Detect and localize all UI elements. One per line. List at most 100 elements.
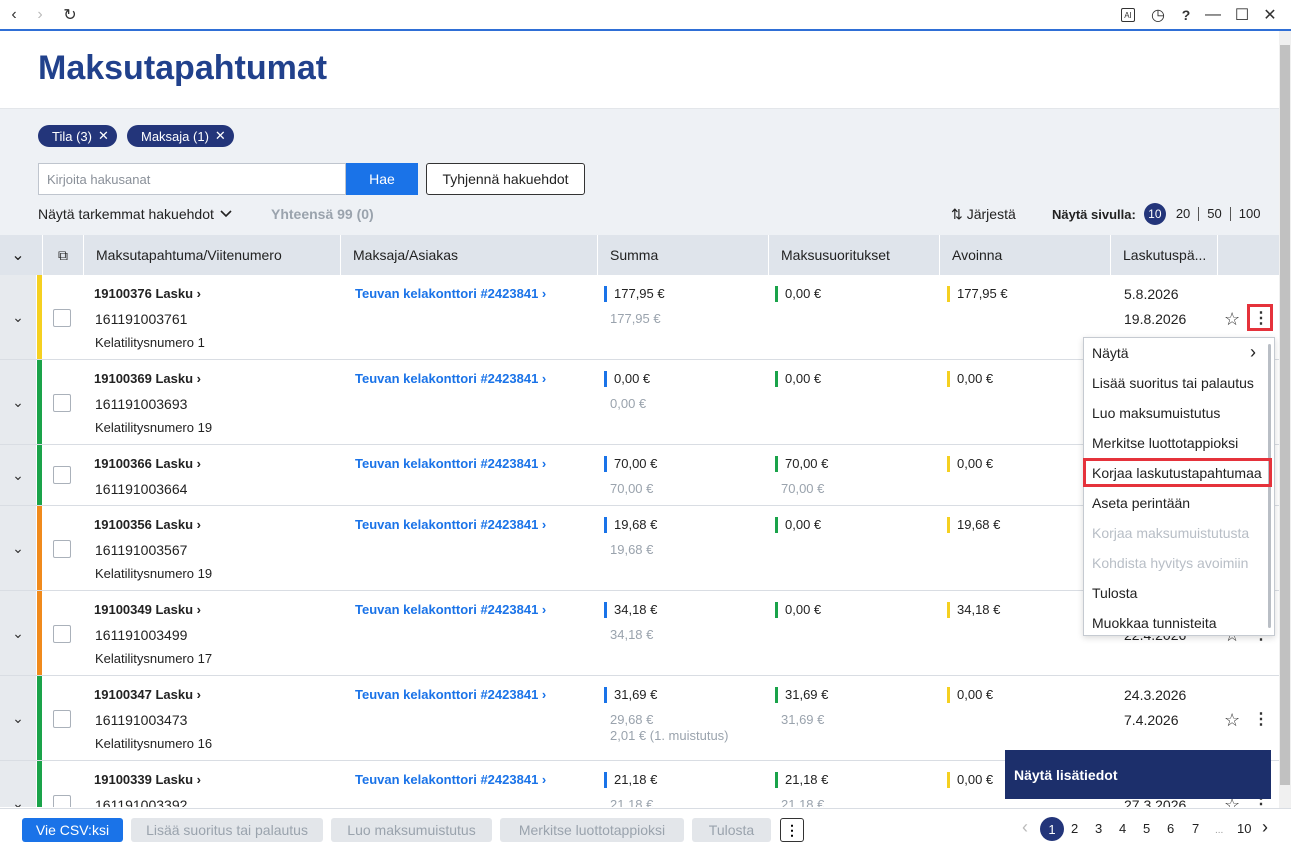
summa-secondary: 29,68 €: [610, 712, 654, 727]
print-button[interactable]: Tulosta: [692, 818, 771, 842]
payer-link[interactable]: Teuvan kelakonttori #2423841 ›: [355, 772, 546, 787]
more-info-button[interactable]: Näytä lisätiedot: [1005, 750, 1271, 799]
payer-link[interactable]: Teuvan kelakonttori #2423841 ›: [355, 456, 546, 471]
transaction-link[interactable]: 19100349 Lasku ›: [94, 602, 201, 617]
expand-row-icon[interactable]: ⌄: [0, 445, 36, 505]
expand-row-icon[interactable]: ⌄: [0, 761, 36, 807]
column-header-suoritukset[interactable]: Maksusuoritukset: [768, 235, 939, 275]
mark-credit-loss-button[interactable]: Merkitse luottotappioksi: [500, 818, 684, 842]
page-6[interactable]: 6: [1167, 821, 1174, 836]
payer-link[interactable]: Teuvan kelakonttori #2423841 ›: [355, 687, 546, 702]
column-header-avoinna[interactable]: Avoinna: [939, 235, 1110, 275]
column-header-transaction[interactable]: Maksutapahtuma/Viitenumero: [83, 235, 340, 275]
select-all-icon[interactable]: ⧉: [42, 235, 83, 275]
more-filters-toggle[interactable]: Näytä tarkemmat hakuehdot: [38, 206, 232, 222]
transaction-link[interactable]: 19100369 Lasku ›: [94, 371, 201, 386]
per-page-100[interactable]: 100: [1229, 207, 1260, 221]
page-2[interactable]: 2: [1071, 821, 1078, 836]
page-3[interactable]: 3: [1095, 821, 1102, 836]
close-icon[interactable]: ✕: [98, 128, 109, 144]
per-page-50[interactable]: 50: [1198, 207, 1229, 221]
transaction-link[interactable]: 19100347 Lasku ›: [94, 687, 201, 702]
payer-link[interactable]: Teuvan kelakonttori #2423841 ›: [355, 602, 546, 617]
per-page-20[interactable]: 20: [1168, 207, 1198, 221]
table-row[interactable]: ⌄ 19100347 Lasku › 161191003473 Kelatilitys…: [0, 676, 1279, 761]
kela-number: Kelatilitysnumero 1: [95, 335, 205, 350]
status-indicator: [37, 445, 42, 505]
menu-item-9[interactable]: Muokkaa tunnisteita: [1092, 615, 1217, 631]
maximize-icon[interactable]: ☐: [1232, 5, 1252, 25]
forward-icon[interactable]: ›: [30, 5, 50, 25]
page-scrollbar[interactable]: [1279, 31, 1291, 808]
payer-link[interactable]: Teuvan kelakonttori #2423841 ›: [355, 371, 546, 386]
sort-button[interactable]: ⇅ Järjestä: [951, 206, 1016, 223]
minimize-icon[interactable]: —: [1203, 5, 1223, 25]
payer-link[interactable]: Teuvan kelakonttori #2423841 ›: [355, 286, 546, 301]
prev-page-icon[interactable]: ‹: [1022, 817, 1028, 838]
more-actions-button[interactable]: ⋮: [780, 818, 804, 842]
star-icon[interactable]: ☆: [1224, 710, 1240, 731]
help-icon[interactable]: ?: [1176, 5, 1196, 25]
row-checkbox[interactable]: [53, 466, 71, 484]
menu-item-label: Lisää suoritus tai palautus: [1092, 375, 1254, 391]
close-icon[interactable]: ✕: [1260, 5, 1280, 25]
column-header-summa[interactable]: Summa: [597, 235, 768, 275]
summa-value: 21,18 €: [604, 772, 657, 788]
row-checkbox[interactable]: [53, 309, 71, 327]
page-10[interactable]: 10: [1237, 821, 1251, 836]
page-7[interactable]: 7: [1192, 821, 1199, 836]
close-icon[interactable]: ✕: [215, 128, 226, 144]
transaction-id: 19100369 Lasku: [94, 371, 194, 386]
menu-item-1[interactable]: Lisää suoritus tai palautus: [1092, 375, 1254, 391]
transaction-link[interactable]: 19100356 Lasku ›: [94, 517, 201, 532]
expand-row-icon[interactable]: ⌄: [0, 506, 36, 590]
menu-item-8[interactable]: Tulosta: [1092, 585, 1137, 601]
transaction-link[interactable]: 19100376 Lasku ›: [94, 286, 201, 301]
reload-icon[interactable]: ↻: [60, 5, 80, 25]
export-csv-button[interactable]: Vie CSV:ksi: [22, 818, 123, 842]
reference-number: 161191003473: [95, 712, 188, 728]
collapse-all-icon[interactable]: ⌄: [0, 235, 36, 275]
row-checkbox[interactable]: [53, 540, 71, 558]
filter-chip-tila[interactable]: Tila (3) ✕: [38, 125, 117, 147]
expand-row-icon[interactable]: ⌄: [0, 275, 36, 359]
clear-filters-button[interactable]: Tyhjennä hakuehdot: [426, 163, 585, 195]
menu-item-0[interactable]: Näytä: [1092, 345, 1129, 361]
history-icon[interactable]: ◷: [1148, 5, 1168, 25]
page-1[interactable]: 1: [1040, 817, 1064, 841]
transaction-link[interactable]: 19100366 Lasku ›: [94, 456, 201, 471]
filter-chip-maksaja[interactable]: Maksaja (1) ✕: [127, 125, 234, 147]
scrollbar-thumb[interactable]: [1280, 45, 1290, 785]
create-reminder-button[interactable]: Luo maksumuistutus: [331, 818, 492, 842]
row-menu-button[interactable]: ⋮: [1251, 708, 1271, 730]
row-checkbox[interactable]: [53, 625, 71, 643]
ai-icon[interactable]: AI: [1121, 8, 1135, 22]
star-icon[interactable]: ☆: [1224, 309, 1240, 330]
transaction-link[interactable]: 19100339 Lasku ›: [94, 772, 201, 787]
page-4[interactable]: 4: [1119, 821, 1126, 836]
menu-item-2[interactable]: Luo maksumuistutus: [1092, 405, 1220, 421]
chevron-right-icon: ›: [196, 602, 201, 617]
row-checkbox[interactable]: [53, 710, 71, 728]
expand-row-icon[interactable]: ⌄: [0, 676, 36, 760]
payer-name: Teuvan kelakonttori #2423841: [355, 517, 539, 532]
search-input[interactable]: [38, 163, 346, 195]
payer-link[interactable]: Teuvan kelakonttori #2423841 ›: [355, 517, 546, 532]
avoinna-value: 177,95 €: [947, 286, 1008, 302]
expand-row-icon[interactable]: ⌄: [0, 591, 36, 675]
add-payment-button[interactable]: Lisää suoritus tai palautus: [131, 818, 323, 842]
expand-row-icon[interactable]: ⌄: [0, 360, 36, 444]
row-checkbox[interactable]: [53, 795, 71, 807]
per-page-10[interactable]: 10: [1143, 203, 1166, 225]
next-page-icon[interactable]: ›: [1262, 817, 1268, 838]
column-header-laskutus[interactable]: Laskutuspä...: [1110, 235, 1217, 275]
menu-item-3[interactable]: Merkitse luottotappioksi: [1092, 435, 1238, 451]
transaction-id: 19100339 Lasku: [94, 772, 194, 787]
row-checkbox[interactable]: [53, 394, 71, 412]
column-header-payer[interactable]: Maksaja/Asiakas: [340, 235, 597, 275]
page-5[interactable]: 5: [1143, 821, 1150, 836]
back-icon[interactable]: ‹: [4, 5, 24, 25]
avoinna-value: 0,00 €: [947, 687, 993, 703]
menu-item-5[interactable]: Aseta perintään: [1092, 495, 1190, 511]
search-button[interactable]: Hae: [346, 163, 418, 195]
